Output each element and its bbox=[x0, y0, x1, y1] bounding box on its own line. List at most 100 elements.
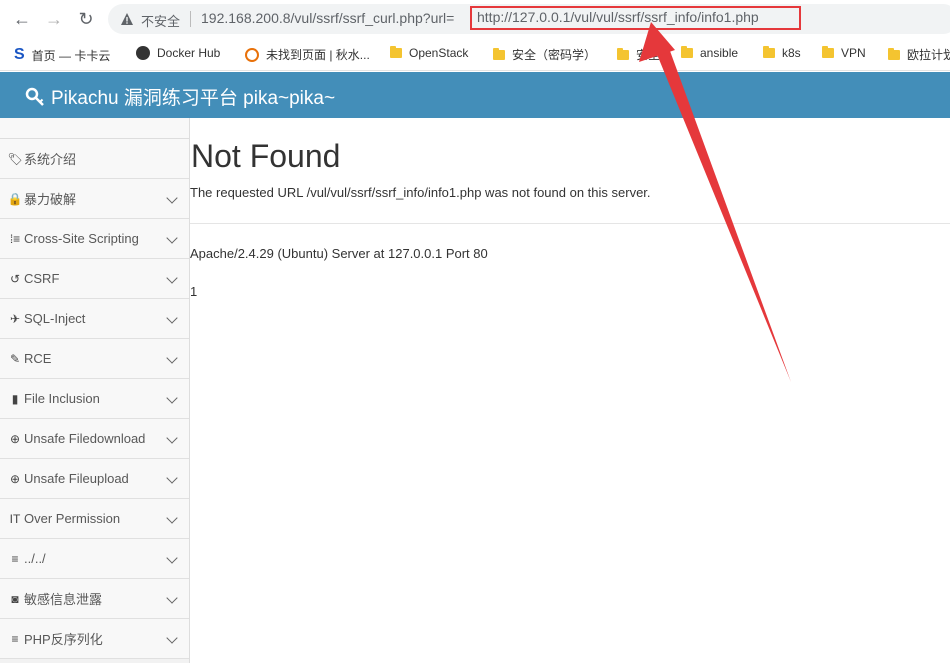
chevron-down-icon[interactable] bbox=[166, 352, 178, 364]
insecure-label[interactable]: 不安全 bbox=[141, 11, 180, 30]
chevron-down-icon[interactable] bbox=[166, 512, 178, 524]
bookmark-security[interactable]: 安全 bbox=[617, 46, 660, 63]
site-title: Pikachu 漏洞练习平台 pika~pika~ bbox=[51, 88, 336, 109]
upload-icon: ⊕ bbox=[9, 471, 21, 486]
bookmark-label: ansible bbox=[700, 46, 739, 60]
bookmark-kakayun[interactable]: S 首页 — 卡卡云 bbox=[14, 46, 110, 64]
pencil-icon: ✎ bbox=[9, 351, 21, 366]
sidebar-item-file-inclusion[interactable]: ▮ File Inclusion bbox=[0, 379, 189, 419]
sidebar-item-csrf[interactable]: ↺ CSRF bbox=[0, 259, 189, 299]
sidebar-item-fileupload[interactable]: ⊕ Unsafe Fileupload bbox=[0, 459, 189, 499]
text-height-icon: IT bbox=[9, 511, 21, 526]
sidebar-item-label: RCE bbox=[24, 351, 52, 366]
site-header: Pikachu 漏洞练习平台 pika~pika~ bbox=[0, 72, 950, 118]
lock-icon: 🔒 bbox=[7, 191, 23, 206]
bookmark-not-found[interactable]: 未找到页面 | 秋水... bbox=[245, 46, 370, 63]
download-icon: ⊕ bbox=[9, 431, 21, 446]
site-title-link[interactable]: Pikachu 漏洞练习平台 pika~pika~ bbox=[25, 83, 335, 110]
bookmark-ansible[interactable]: ansible bbox=[681, 46, 738, 60]
key-icon bbox=[25, 87, 44, 106]
sidebar-item-filedownload[interactable]: ⊕ Unsafe Filedownload bbox=[0, 419, 189, 459]
reload-icon[interactable]: ↻ bbox=[74, 7, 98, 31]
page-title: Not Found bbox=[191, 138, 341, 174]
forward-arrow-icon[interactable]: → bbox=[42, 7, 66, 31]
bookmark-label: VPN bbox=[841, 46, 866, 60]
browser-toolbar: ← → ↻ 不安全 192.168.200.8/vul/ssrf/ssrf_cu… bbox=[0, 0, 950, 38]
bookmark-k8s[interactable]: k8s bbox=[763, 46, 801, 60]
sidebar-item-bruteforce[interactable]: 🔒 暴力破解 bbox=[0, 179, 189, 219]
bookmark-label: k8s bbox=[782, 46, 801, 60]
chevron-down-icon[interactable] bbox=[166, 192, 178, 204]
sidebar-item-rce[interactable]: ✎ RCE bbox=[0, 339, 189, 379]
sidebar-item-dir-traversal[interactable]: ≡ ../../ bbox=[0, 539, 189, 579]
divider bbox=[190, 11, 191, 27]
sidebar: 🏷 系统介绍 🔒 暴力破解 ⁞≡ Cross-Site Scripting ↺ … bbox=[0, 118, 190, 663]
chevron-down-icon[interactable] bbox=[166, 232, 178, 244]
bookmark-label: 未找到页面 | 秋水... bbox=[266, 48, 370, 62]
bookmark-label: 欧拉计划 bbox=[907, 48, 950, 62]
folder-icon bbox=[681, 46, 693, 58]
file-icon: ▮ bbox=[11, 391, 19, 406]
sidebar-item-label: 系统介绍 bbox=[24, 152, 77, 167]
error-message: The requested URL /vul/vul/ssrf/ssrf_inf… bbox=[190, 185, 651, 200]
bookmarks-bar: S 首页 — 卡卡云 Docker Hub 未找到页面 | 秋水... OpenS… bbox=[0, 40, 950, 71]
url-prefix[interactable]: 192.168.200.8/vul/ssrf/ssrf_curl.php?url… bbox=[201, 10, 454, 26]
chevron-down-icon[interactable] bbox=[166, 392, 178, 404]
sidebar-item-label: 暴力破解 bbox=[24, 192, 77, 207]
chevron-down-icon[interactable] bbox=[166, 432, 178, 444]
bookmark-euler[interactable]: 欧拉计划 bbox=[888, 46, 950, 63]
bookmark-label: 安全（密码学） bbox=[512, 48, 597, 62]
back-arrow-icon[interactable]: ← bbox=[10, 7, 34, 31]
folder-icon bbox=[493, 47, 505, 60]
bookmark-label: OpenStack bbox=[409, 46, 469, 60]
bookmark-docker-hub[interactable]: Docker Hub bbox=[136, 46, 220, 60]
tags-icon: 🏷 bbox=[7, 151, 23, 166]
share-icon: ↺ bbox=[9, 271, 21, 286]
chevron-down-icon[interactable] bbox=[166, 552, 178, 564]
sidebar-item-label: CSRF bbox=[24, 271, 60, 286]
sidebar-top-strip bbox=[0, 118, 189, 139]
folder-icon bbox=[390, 46, 402, 58]
sidebar-item-label: Unsafe Fileupload bbox=[24, 471, 129, 486]
bookmark-label: 首页 — 卡卡云 bbox=[31, 48, 111, 63]
plane-icon: ✈ bbox=[9, 311, 21, 326]
sidebar-item-label: ../../ bbox=[24, 551, 46, 566]
sidebar-item-label: SQL-Inject bbox=[24, 311, 86, 326]
url-param[interactable]: http://127.0.0.1/vul/vul/ssrf/ssrf_info/… bbox=[477, 9, 759, 25]
bookmark-label: Docker Hub bbox=[157, 46, 221, 60]
chevron-down-icon[interactable] bbox=[166, 632, 178, 644]
docker-icon bbox=[136, 46, 150, 60]
sidebar-item-info-leak[interactable]: ◙ 敏感信息泄露 bbox=[0, 579, 189, 619]
folder-icon bbox=[822, 46, 834, 58]
bookmark-label: 安全 bbox=[636, 48, 661, 62]
sidebar-item-label: 敏感信息泄露 bbox=[24, 592, 103, 607]
align-icon: ≡ bbox=[11, 551, 19, 566]
sidebar-item-label: File Inclusion bbox=[24, 391, 100, 406]
bookmark-openstack[interactable]: OpenStack bbox=[390, 46, 468, 60]
bookmark-vpn[interactable]: VPN bbox=[822, 46, 866, 60]
server-signature: Apache/2.4.29 (Ubuntu) Server at 127.0.0… bbox=[190, 246, 488, 261]
list-icon: ⁞≡ bbox=[9, 231, 21, 246]
sidebar-item-over-permission[interactable]: IT Over Permission bbox=[0, 499, 189, 539]
s-logo-icon: S bbox=[14, 46, 25, 63]
sidebar-item-sqli[interactable]: ✈ SQL-Inject bbox=[0, 299, 189, 339]
chevron-down-icon[interactable] bbox=[166, 472, 178, 484]
folder-icon bbox=[763, 46, 775, 58]
divider bbox=[190, 223, 950, 224]
sidebar-item-intro[interactable]: 🏷 系统介绍 bbox=[0, 139, 189, 179]
ring-icon bbox=[245, 47, 259, 62]
url-highlight-box: http://127.0.0.1/vul/vul/ssrf/ssrf_info/… bbox=[470, 6, 801, 30]
sidebar-item-label: PHP反序列化 bbox=[24, 632, 103, 647]
align-icon: ≡ bbox=[11, 631, 19, 646]
chevron-down-icon[interactable] bbox=[166, 312, 178, 324]
chevron-down-icon[interactable] bbox=[166, 592, 178, 604]
camera-icon: ◙ bbox=[11, 591, 19, 606]
sidebar-item-label: Cross-Site Scripting bbox=[24, 231, 139, 246]
sidebar-item-php-unserialize[interactable]: ≡ PHP反序列化 bbox=[0, 619, 189, 659]
sidebar-item-label: Unsafe Filedownload bbox=[24, 431, 146, 446]
warning-icon[interactable] bbox=[120, 12, 134, 26]
bookmark-security-crypto[interactable]: 安全（密码学） bbox=[493, 46, 596, 63]
output-value: 1 bbox=[190, 284, 198, 299]
chevron-down-icon[interactable] bbox=[166, 272, 178, 284]
sidebar-item-xss[interactable]: ⁞≡ Cross-Site Scripting bbox=[0, 219, 189, 259]
